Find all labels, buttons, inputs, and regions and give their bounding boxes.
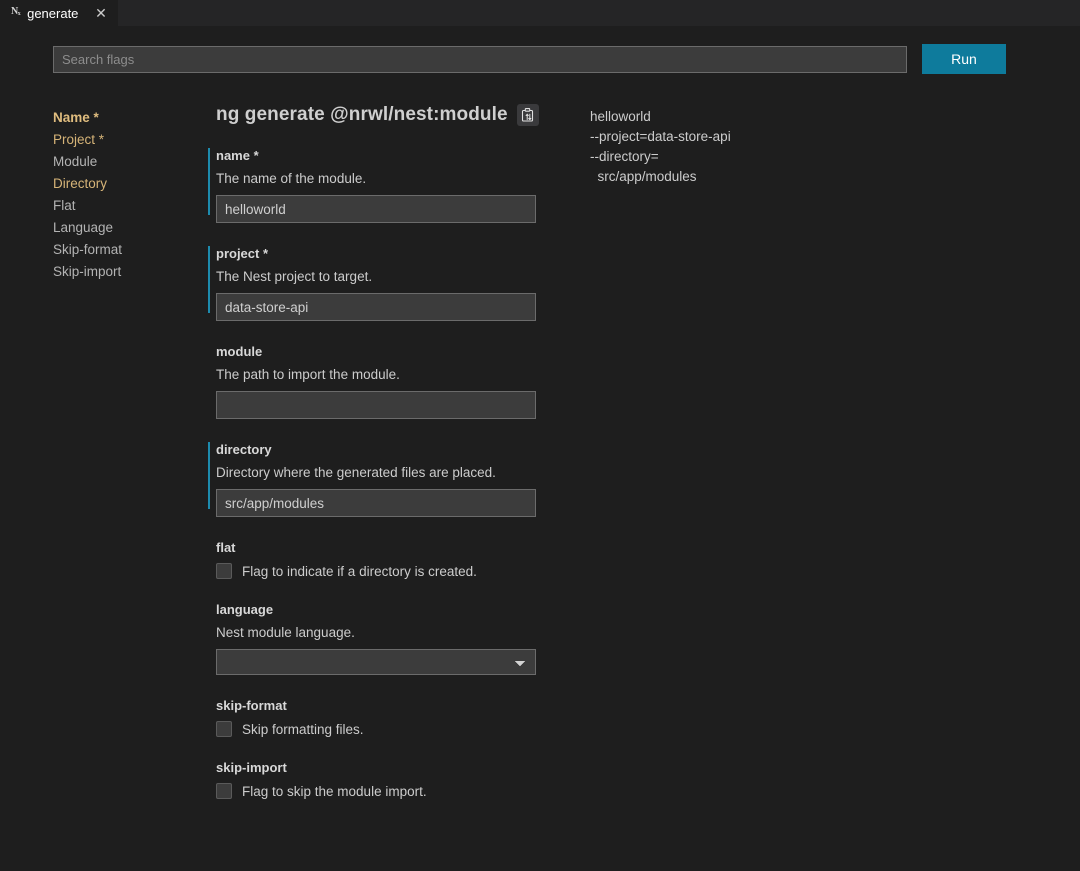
field-project-description: The Nest project to target. xyxy=(216,269,373,284)
tab-label: generate xyxy=(27,5,79,21)
field-skip-format-description: Skip formatting files. xyxy=(242,721,364,737)
field-name: name * The name of the module. xyxy=(208,148,560,223)
clipboard-glyph xyxy=(522,108,534,122)
flag-navigation: Name * Project * Module Directory Flat L… xyxy=(0,104,208,822)
field-module-label: module xyxy=(216,344,263,359)
module-input[interactable] xyxy=(216,391,536,419)
field-module-description: The path to import the module. xyxy=(216,367,400,382)
field-language-description: Nest module language. xyxy=(216,625,355,640)
field-project-label: project * xyxy=(216,246,269,261)
field-directory-description: Directory where the generated files are … xyxy=(216,465,496,480)
flag-nav-item-skip-import[interactable]: Skip-import xyxy=(53,261,208,283)
command-preview-line: --project=data-store-api xyxy=(590,129,731,144)
command-preview-line: --directory= xyxy=(590,149,659,164)
nx-logo-icon: Nₓ xyxy=(11,6,21,17)
content-area: Name * Project * Module Directory Flat L… xyxy=(0,74,1080,822)
field-directory-label: directory xyxy=(216,442,272,457)
field-project: project * The Nest project to target. xyxy=(208,246,560,321)
field-flat-label: flat xyxy=(216,540,236,555)
skip-import-check-row: Flag to skip the module import. xyxy=(216,783,560,799)
command-preview-line: helloworld xyxy=(590,109,651,124)
field-skip-import: skip-import Flag to skip the module impo… xyxy=(208,760,560,799)
skip-format-checkbox[interactable] xyxy=(216,721,232,737)
field-flat: flat Flag to indicate if a directory is … xyxy=(208,540,560,579)
clipboard-copy-icon[interactable] xyxy=(516,104,539,126)
field-skip-format: skip-format Skip formatting files. xyxy=(208,698,560,737)
flag-nav-item-module[interactable]: Module xyxy=(53,151,208,173)
generator-form: ng generate @nrwl/nest:module name * The… xyxy=(208,104,560,822)
title-row: ng generate @nrwl/nest:module xyxy=(216,104,560,126)
field-directory: directory Directory where the generated … xyxy=(208,442,560,517)
tab-bar: Nₓ generate ✕ xyxy=(0,0,1080,26)
flag-nav-item-flat[interactable]: Flat xyxy=(53,195,208,217)
directory-input[interactable] xyxy=(216,489,536,517)
skip-format-check-row: Skip formatting files. xyxy=(216,721,560,737)
name-input[interactable] xyxy=(216,195,536,223)
flag-nav-item-skip-format[interactable]: Skip-format xyxy=(53,239,208,261)
language-select[interactable] xyxy=(216,649,536,675)
field-module: module The path to import the module. xyxy=(208,344,560,419)
field-language-label: language xyxy=(216,602,274,617)
project-input[interactable] xyxy=(216,293,536,321)
page-title: ng generate @nrwl/nest:module xyxy=(216,104,508,125)
toolbar: Run xyxy=(0,26,1080,74)
field-name-label: name * xyxy=(216,148,259,163)
field-skip-format-label: skip-format xyxy=(216,698,287,713)
run-button[interactable]: Run xyxy=(922,44,1006,74)
flat-checkbox[interactable] xyxy=(216,563,232,579)
command-preview-line: src/app/modules xyxy=(590,169,697,184)
search-input[interactable] xyxy=(53,45,907,73)
flag-nav-item-name[interactable]: Name * xyxy=(53,107,208,129)
tab-generate[interactable]: Nₓ generate ✕ xyxy=(0,0,118,26)
field-skip-import-description: Flag to skip the module import. xyxy=(242,783,427,799)
close-icon[interactable]: ✕ xyxy=(93,5,109,21)
skip-import-checkbox[interactable] xyxy=(216,783,232,799)
flag-nav-item-project[interactable]: Project * xyxy=(53,129,208,151)
flag-nav-item-language[interactable]: Language xyxy=(53,217,208,239)
field-language: language Nest module language. xyxy=(208,602,560,675)
command-preview: helloworld --project=data-store-api --di… xyxy=(560,104,1080,822)
field-flat-description: Flag to indicate if a directory is creat… xyxy=(242,563,477,579)
field-skip-import-label: skip-import xyxy=(216,760,287,775)
flat-check-row: Flag to indicate if a directory is creat… xyxy=(216,563,560,579)
field-name-description: The name of the module. xyxy=(216,171,367,186)
flag-nav-item-directory[interactable]: Directory xyxy=(53,173,208,195)
